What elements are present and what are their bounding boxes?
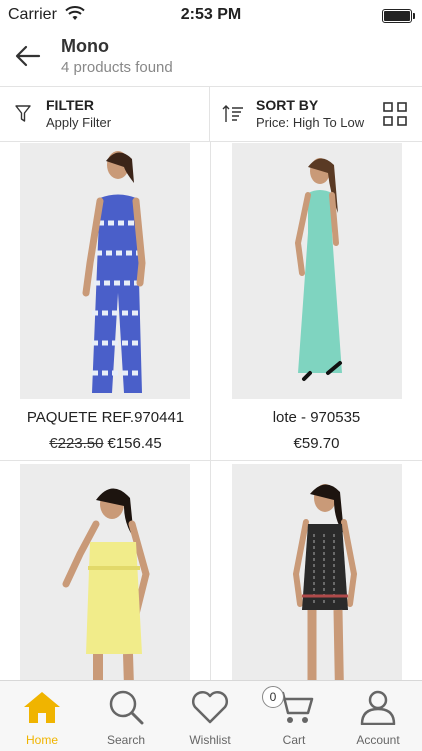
tab-label: Wishlist: [189, 733, 231, 747]
tab-search[interactable]: Search: [84, 681, 168, 751]
grid-view-icon[interactable]: [383, 102, 407, 126]
home-icon: [24, 692, 60, 723]
tab-label: Cart: [282, 733, 306, 747]
model-figure: [62, 488, 150, 681]
filter-icon: [15, 105, 31, 122]
sort-button[interactable]: SORT BY Price: High To Low: [210, 87, 370, 141]
clock: 2:53 PM: [180, 6, 242, 23]
search-icon: [109, 690, 144, 725]
model-figure: [294, 158, 342, 381]
product-card[interactable]: PAQUETE REF.970441 €223.50 €156.45: [0, 141, 211, 460]
model-figure: [292, 484, 358, 681]
product-card[interactable]: lote - 970535 €59.70: [211, 141, 422, 460]
model-figure: [82, 151, 146, 393]
filter-button[interactable]: FILTER Apply Filter: [0, 87, 209, 141]
product-card[interactable]: [0, 461, 211, 681]
tab-label: Account: [356, 733, 400, 747]
product-price: €59.70: [211, 435, 422, 452]
header: Mono 4 products found: [0, 30, 422, 86]
heart-icon: [192, 691, 228, 724]
sale-price: €59.70: [293, 435, 340, 452]
tab-wishlist[interactable]: Wishlist: [168, 681, 252, 751]
product-image[interactable]: [232, 143, 402, 399]
sale-price: €156.45: [107, 435, 162, 452]
original-price: €223.50: [49, 435, 104, 452]
battery-icon: [382, 9, 415, 23]
sort-icon: [222, 105, 243, 122]
product-name[interactable]: PAQUETE REF.970441: [0, 409, 211, 426]
tab-account[interactable]: Account: [336, 681, 420, 751]
product-card[interactable]: [211, 461, 422, 681]
tab-label: Search: [106, 733, 146, 747]
account-icon: [360, 690, 396, 725]
product-image[interactable]: [20, 143, 190, 399]
product-image[interactable]: [232, 464, 402, 681]
product-image[interactable]: [20, 464, 190, 681]
tab-bar: Home Search Wishlist Cart Account: [0, 680, 422, 751]
filter-subtitle: Apply Filter: [46, 115, 112, 130]
product-count: 4 products found: [61, 59, 173, 76]
sort-title: SORT BY: [256, 97, 319, 113]
product-price: €223.50 €156.45: [0, 435, 211, 452]
page-title: Mono: [61, 36, 109, 56]
back-arrow-icon[interactable]: [14, 42, 42, 70]
tab-home[interactable]: Home: [0, 681, 84, 751]
cart-count-badge: 0: [262, 686, 284, 708]
filter-title: FILTER: [46, 97, 94, 113]
status-bar: Carrier 2:53 PM: [0, 0, 422, 30]
product-grid: PAQUETE REF.970441 €223.50 €156.45 lote -…: [0, 141, 422, 681]
tab-label: Home: [25, 733, 58, 747]
product-name[interactable]: lote - 970535: [211, 409, 422, 426]
filter-sort-toolbar: FILTER Apply Filter SORT BY Price: High …: [0, 86, 422, 142]
sort-subtitle: Price: High To Low: [256, 115, 365, 130]
